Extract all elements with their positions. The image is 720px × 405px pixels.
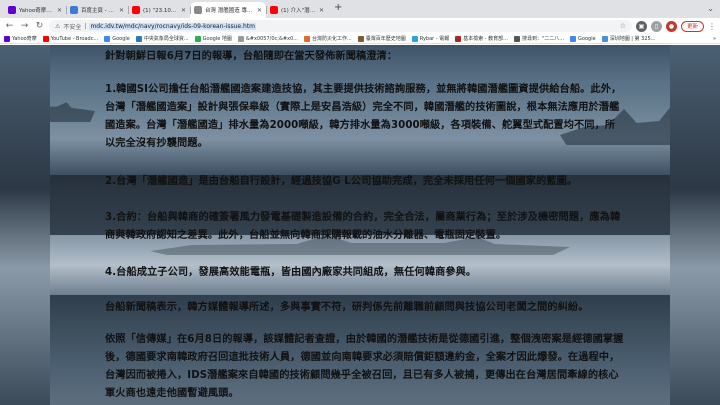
tab-title: (1) "23.10.05【新聞】正視國防...: [143, 8, 178, 14]
tab-search-icon[interactable]: ⌄: [707, 4, 714, 13]
new-tab-button[interactable]: +: [328, 0, 348, 18]
bookmark-item[interactable]: 台灣防災化工作...: [303, 35, 352, 42]
close-icon[interactable]: ✕: [257, 7, 262, 14]
bookmark-star-icon[interactable]: ☆: [620, 22, 626, 30]
article-paragraph: 1.韓國SI公司擔任台船潛艦國造案建造技協，其主要提供技術諮詢服務，並無將韓國潛…: [105, 84, 622, 149]
bookmark-item[interactable]: 深圳地圖 | 第 325...: [601, 35, 655, 42]
close-icon[interactable]: ✕: [181, 7, 186, 14]
tab-bar: Yahoo奇摩新聞 ✕ 百度主頁 - Mobile01 ✕ (1) "23.10…: [0, 0, 720, 18]
page-icon: [237, 35, 244, 42]
background-photo-left: [0, 45, 50, 405]
close-icon[interactable]: ✕: [57, 7, 62, 14]
yahoo-icon: [8, 6, 16, 14]
youtube-icon: [132, 6, 140, 14]
tab-3-active[interactable]: 台灣 潛艦國造 專案計畫 IDS IDS... ✕: [190, 2, 266, 18]
divider: |: [84, 22, 87, 30]
article-paragraph: 針對朝鮮日報6月7日的報導，台船隨即在當天發佈新聞稿澄清：: [105, 51, 398, 62]
google-icon: [570, 35, 577, 42]
bookmark-item[interactable]: 臺灣百年歷史地圖: [357, 35, 406, 42]
maps-icon: [194, 35, 201, 42]
page-content: 針對朝鮮日報6月7日的報導，台船隨即在當天發佈新聞稿澄清： 1.韓國SI公司擔任…: [0, 45, 720, 405]
yahoo-icon: [4, 35, 10, 42]
bookmark-item[interactable]: &#x0057/0c;&#x0...: [237, 35, 298, 42]
bookmarks-more-button[interactable]: »: [713, 36, 716, 42]
toolbar: ← → ↻ ⚠ 不安全 | mdc.idv.tw/mdc/navy/rocnav…: [0, 18, 720, 34]
map-icon: [357, 35, 364, 42]
youtube-icon: [270, 6, 278, 14]
sidebar-icon[interactable]: ▯: [650, 20, 662, 32]
tab-title: Yahoo奇摩新聞: [19, 8, 54, 14]
bookmark-item[interactable]: 基本檢索 - 教育部...: [455, 35, 508, 42]
google-icon: [104, 35, 111, 42]
address-bar[interactable]: ⚠ 不安全 | mdc.idv.tw/mdc/navy/rocnavy/ids-…: [49, 20, 632, 32]
bookmark-item[interactable]: 搜尋到："二二八...: [513, 35, 564, 42]
bookmark-item[interactable]: Google: [570, 35, 596, 42]
article-paragraph: 2.台灣「潛艦國造」是由台船自行設計，經過技協G L公司協助完成，完全未採用任何…: [105, 176, 578, 187]
bookmarks-bar: Yahoo奇摩 YouTube - Broadc... Google 中央氣象局…: [0, 34, 720, 44]
article-paragraph: 4.台船成立子公司，發展高效能電瓶，皆由國內廠家共同組成，無任何韓商參與。: [105, 267, 477, 278]
article-paragraph: 依照「信傳媒」在6月8日的報導，該媒體記者查證，由於韓國的潛艦技術是從德國引進，…: [105, 334, 624, 399]
dictionary-icon: [455, 35, 462, 42]
profile-avatar[interactable]: ●: [665, 20, 677, 32]
url-text[interactable]: mdc.idv.tw/mdc/navy/rocnavy/ids-09-korea…: [89, 22, 257, 30]
youtube-icon: [42, 35, 49, 42]
bookmark-item[interactable]: Google: [104, 35, 130, 42]
tab-title: 台灣 潛艦國造 專案計畫 IDS IDS...: [205, 8, 254, 14]
weather-icon: [135, 35, 142, 42]
article-paragraph: 3.合約：台船與韓商的確簽署風力發電基礎製造設備的合約，完全合法，屬商業行為；至…: [105, 212, 621, 241]
tab-0[interactable]: Yahoo奇摩新聞 ✕: [4, 2, 66, 18]
bookmark-item[interactable]: Yahoo奇摩: [4, 35, 37, 42]
warning-icon: ⚠: [55, 22, 61, 30]
tab-title: 百度主頁 - Mobile01: [81, 8, 116, 14]
close-icon[interactable]: ✕: [319, 7, 324, 14]
reload-icon[interactable]: ↻: [34, 18, 45, 34]
menu-icon[interactable]: ⋮: [708, 22, 716, 31]
map-icon: [601, 35, 608, 42]
security-label: 不安全: [63, 23, 82, 31]
tab-2[interactable]: (1) "23.10.05【新聞】正視國防... ✕: [128, 2, 190, 18]
bookmark-item[interactable]: 中央氣象局全球資...: [135, 35, 189, 42]
close-icon[interactable]: ✕: [119, 7, 124, 14]
back-icon[interactable]: ←: [4, 18, 15, 34]
tab-4[interactable]: (1) 介入"潛艦國造"遭起重遇到... ✕: [266, 2, 328, 18]
bookmark-item[interactable]: Google 地圖: [194, 35, 232, 42]
search-icon: [513, 35, 520, 42]
forward-icon[interactable]: →: [19, 18, 30, 34]
background-photo-right: [670, 45, 720, 405]
bookmark-item[interactable]: YouTube - Broadc...: [42, 35, 98, 42]
update-button[interactable]: 更新: [680, 20, 704, 32]
extension-icon[interactable]: ▣: [635, 20, 647, 32]
telegram-icon: [411, 35, 418, 42]
tab-1[interactable]: 百度主頁 - Mobile01 ✕: [66, 2, 128, 18]
tab-title: (1) 介入"潛艦國造"遭起重遇到...: [281, 8, 316, 14]
page-icon: [194, 6, 202, 14]
page-icon: [303, 35, 310, 42]
bookmark-item[interactable]: Rybar - 電報: [411, 35, 449, 42]
article-paragraph: 台船新聞稿表示，韓方媒體報導所述，多與事實不符，研判係先前離職前顧問與技協公司老…: [105, 302, 589, 313]
mobile01-icon: [70, 6, 78, 14]
